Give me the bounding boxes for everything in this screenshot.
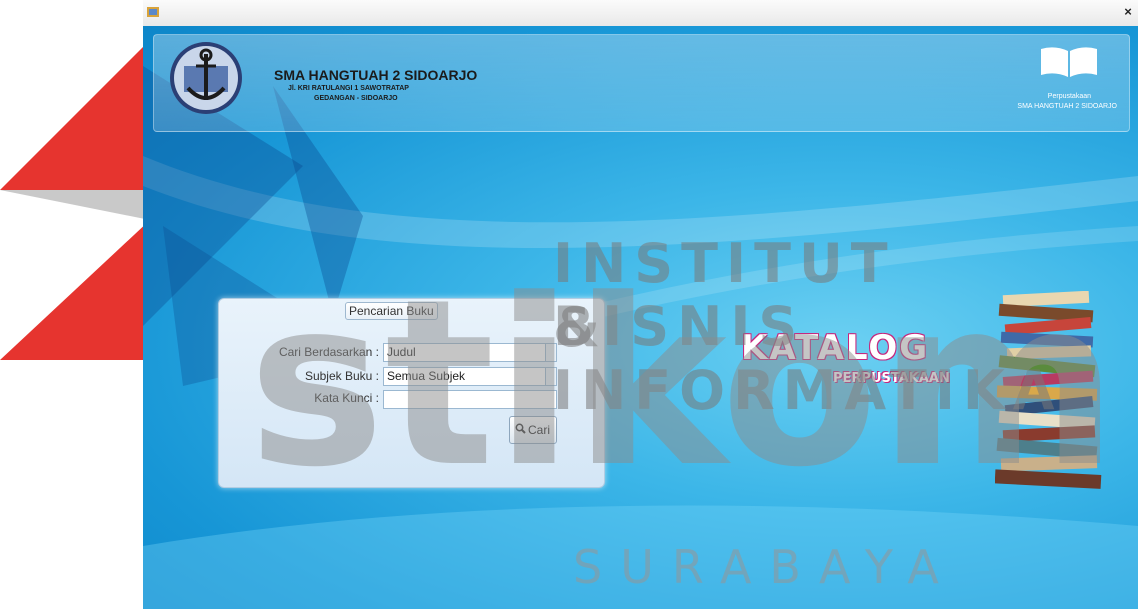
subject-value: Semua Subjek (387, 369, 466, 383)
search-by-value: Judul (387, 345, 416, 359)
search-panel-title: Pencarian Buku (345, 302, 438, 320)
close-button[interactable]: × (1120, 4, 1136, 20)
school-address-line1: Jl. KRI RATULANGI 1 SAWOTRATAP (288, 85, 409, 92)
subject-select[interactable]: Semua Subjek (383, 367, 557, 386)
school-address-line2: GEDANGAN - SIDOARJO (314, 95, 398, 102)
dropdown-arrow-icon[interactable] (545, 344, 556, 361)
school-name: SMA HANGTUAH 2 SIDOARJO (274, 67, 478, 83)
library-label: Perpustakaan (1047, 93, 1091, 100)
app-icon (147, 7, 159, 17)
search-by-select[interactable]: Judul (383, 343, 557, 362)
katalog-title: KATALOG (741, 328, 930, 368)
search-button[interactable]: Cari (509, 416, 557, 444)
open-book-icon (1041, 47, 1097, 77)
search-button-label: Cari (528, 423, 551, 437)
keyword-label: Kata Kunci : (314, 391, 379, 405)
header-panel: SMA HANGTUAH 2 SIDOARJO Jl. KRI RATULANG… (153, 34, 1130, 132)
search-by-label: Cari Berdasarkan : (278, 345, 379, 359)
watermark-diamond-left (0, 40, 150, 360)
dropdown-arrow-icon[interactable] (545, 368, 556, 385)
app-window: SMA HANGTUAH 2 SIDOARJO Jl. KRI RATULANG… (143, 26, 1138, 609)
katalog-subtitle: PERPUSTAKAAN (833, 371, 950, 386)
book-stack-icon (995, 291, 1102, 489)
subject-label: Subjek Buku : (304, 369, 379, 383)
keyword-input[interactable] (383, 390, 557, 409)
search-panel: Pencarian Buku Cari Berdasarkan : Judul … (218, 298, 605, 488)
library-school-name: SMA HANGTUAH 2 SIDOARJO (1017, 103, 1117, 110)
window-titlebar: × (143, 0, 1138, 27)
magnifier-icon (515, 423, 526, 434)
school-logo-icon (170, 42, 242, 114)
